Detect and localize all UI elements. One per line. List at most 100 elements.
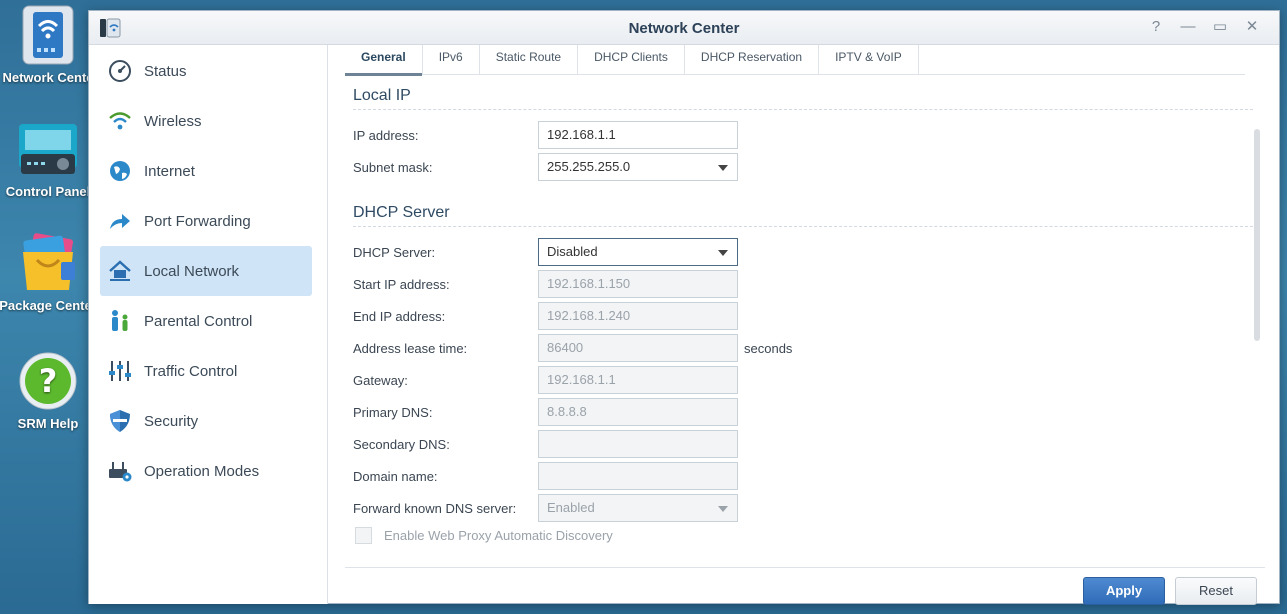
general-form: Local IP IP address: 192.168.1.1 Subnet … [345,81,1253,561]
primary-dns-row: Primary DNS: 8.8.8.8 [353,398,738,426]
vertical-scrollbar[interactable] [1254,129,1260,341]
desktop-icon-network-center[interactable]: Network Cente [0,4,98,86]
tab-iptv-voip[interactable]: IPTV & VoIP [819,45,919,75]
web-proxy-discovery-row: Enable Web Proxy Automatic Discovery [355,527,613,544]
ip-address-input[interactable]: 192.168.1.1 [538,121,738,149]
sidebar-item-label: Parental Control [144,312,253,330]
sidebar-item-local-network[interactable]: Local Network [100,246,312,296]
dhcp-server-row: DHCP Server: Disabled [353,238,738,266]
secondary-dns-label: Secondary DNS: [353,436,450,452]
end-ip-label: End IP address: [353,308,446,324]
web-proxy-discovery-label: Enable Web Proxy Automatic Discovery [384,528,613,543]
primary-dns-input[interactable]: 8.8.8.8 [538,398,738,426]
chevron-down-icon [718,506,728,512]
help-button[interactable]: ? [1147,18,1165,36]
tab-static-route[interactable]: Static Route [480,45,579,75]
maximize-button[interactable]: ▭ [1211,18,1229,36]
tab-general[interactable]: General [345,45,423,76]
gateway-row: Gateway: 192.168.1.1 [353,366,738,394]
shield-icon [108,409,132,433]
forward-dns-label: Forward known DNS server: [353,500,517,516]
sidebar-item-operation-modes[interactable]: Operation Modes [100,446,312,496]
primary-dns-label: Primary DNS: [353,404,433,420]
sliders-icon [108,359,132,383]
sidebar-item-security[interactable]: Security [100,396,312,446]
chevron-down-icon [718,165,728,171]
secondary-dns-input[interactable] [538,430,738,458]
domain-name-label: Domain name: [353,468,438,484]
help-question-icon: ? [17,350,79,412]
tab-dhcp-clients[interactable]: DHCP Clients [578,45,685,75]
network-center-window: Network Center ? — ▭ ✕ Status Wireless I… [88,10,1280,605]
wifi-icon [108,109,132,133]
sidebar-item-label: Internet [144,162,195,180]
desktop-icon-control-panel[interactable]: Control Panel [0,118,98,200]
section-title-local-ip: Local IP [353,87,1253,110]
ip-address-label: IP address: [353,127,419,143]
dhcp-server-label: DHCP Server: [353,244,436,260]
svg-text:?: ? [39,362,58,400]
forward-arrow-icon [108,209,132,233]
sidebar-item-label: Wireless [144,112,202,130]
network-center-icon [17,4,79,66]
desktop-icon-srm-help[interactable]: ? SRM Help [0,350,98,432]
start-ip-row: Start IP address: 192.168.1.150 [353,270,738,298]
lease-time-unit: seconds [744,340,793,356]
gateway-input[interactable]: 192.168.1.1 [538,366,738,394]
lease-time-row: Address lease time: 86400 seconds [353,334,792,362]
lease-time-input[interactable]: 86400 [538,334,738,362]
sidebar-item-label: Port Forwarding [144,212,251,230]
sidebar-item-label: Local Network [144,262,240,280]
sidebar-item-wireless[interactable]: Wireless [100,96,312,146]
globe-icon [108,159,132,183]
domain-name-input[interactable] [538,462,738,490]
subnet-mask-row: Subnet mask: 255.255.255.0 [353,153,738,181]
sidebar-item-status[interactable]: Status [100,46,312,96]
main-content: General IPv6 Static Route DHCP Clients D… [329,45,1280,605]
domain-name-row: Domain name: [353,462,738,490]
dhcp-server-value: Disabled [547,244,598,259]
subnet-mask-label: Subnet mask: [353,159,433,175]
tab-ipv6[interactable]: IPv6 [423,45,480,75]
start-ip-input[interactable]: 192.168.1.150 [538,270,738,298]
sidebar-item-label: Operation Modes [144,462,260,480]
web-proxy-discovery-checkbox[interactable] [355,527,372,544]
subnet-mask-select[interactable]: 255.255.255.0 [538,153,738,181]
gateway-label: Gateway: [353,372,408,388]
home-network-icon [108,259,132,283]
sidebar-item-parental-control[interactable]: Parental Control [100,296,312,346]
reset-button[interactable]: Reset [1175,577,1257,605]
apply-button[interactable]: Apply [1083,577,1165,605]
family-icon [108,309,132,333]
tab-bar: General IPv6 Static Route DHCP Clients D… [345,45,1245,76]
end-ip-row: End IP address: 192.168.1.240 [353,302,738,330]
sidebar: Status Wireless Internet Port Forwarding… [89,45,328,604]
ip-address-row: IP address: 192.168.1.1 [353,121,738,149]
window-title: Network Center [628,20,740,37]
subnet-mask-value: 255.255.255.0 [547,159,631,174]
sidebar-item-port-forwarding[interactable]: Port Forwarding [100,196,312,246]
control-panel-icon [17,118,79,180]
secondary-dns-row: Secondary DNS: [353,430,738,458]
minimize-button[interactable]: — [1179,18,1197,36]
forward-dns-select[interactable]: Enabled [538,494,738,522]
desktop-icon-package-center[interactable]: Package Center [0,232,98,314]
sidebar-item-label: Status [144,62,187,80]
window-titlebar[interactable]: Network Center ? — ▭ ✕ [89,11,1279,45]
dhcp-server-select[interactable]: Disabled [538,238,738,266]
start-ip-label: Start IP address: [353,276,450,292]
desktop-icon-label: Network Cente [2,70,94,85]
desktop-icon-label: Control Panel [5,184,91,199]
tab-dhcp-reservation[interactable]: DHCP Reservation [685,45,820,75]
section-title-dhcp-server: DHCP Server [353,204,1253,227]
forward-dns-value: Enabled [547,500,595,515]
sidebar-item-internet[interactable]: Internet [100,146,312,196]
sidebar-item-label: Security [144,412,199,430]
sidebar-item-traffic-control[interactable]: Traffic Control [100,346,312,396]
router-gear-icon [108,459,132,483]
chevron-down-icon [718,250,728,256]
desktop-icon-label: SRM Help [17,416,79,431]
end-ip-input[interactable]: 192.168.1.240 [538,302,738,330]
gauge-icon [108,59,132,83]
close-button[interactable]: ✕ [1243,18,1261,36]
